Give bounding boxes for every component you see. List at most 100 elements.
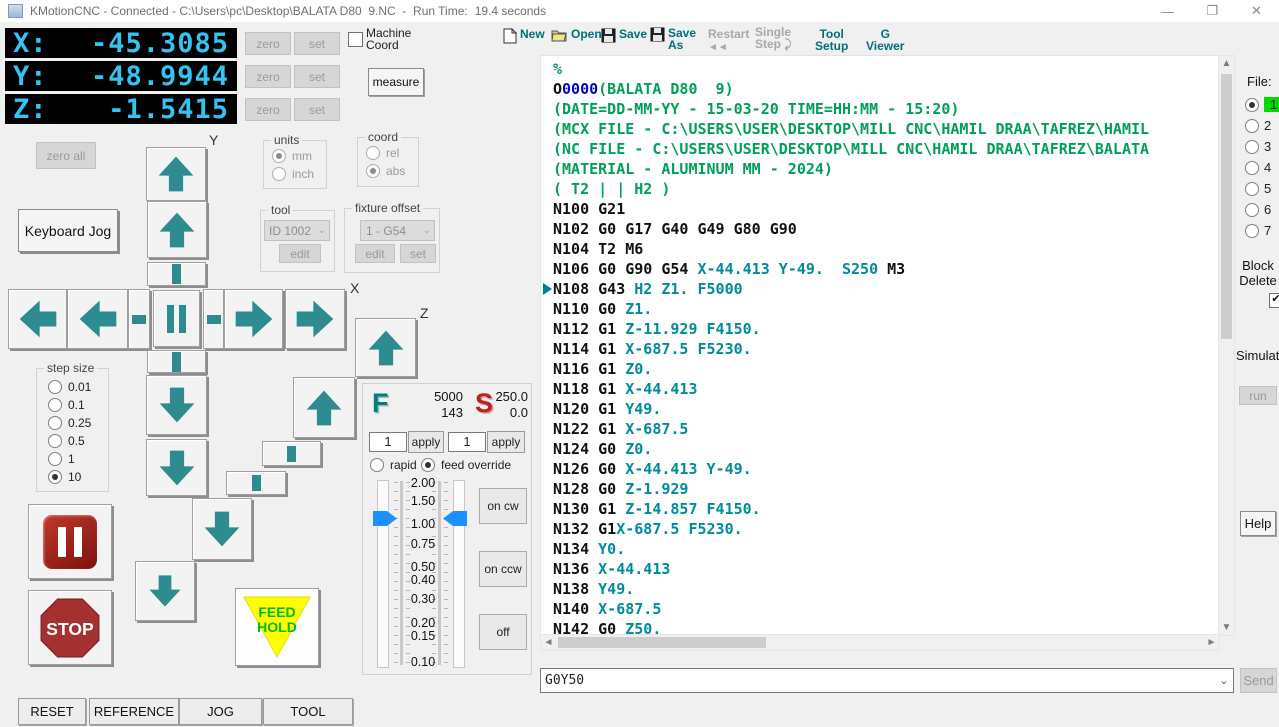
zero-y-button[interactable]: zero bbox=[245, 65, 291, 88]
reset-button[interactable]: RESET bbox=[18, 698, 86, 725]
jog-y-plus-fast-button[interactable] bbox=[146, 147, 206, 201]
stop-button[interactable]: STOP bbox=[28, 590, 112, 665]
gcode-line[interactable]: N134 Y0. bbox=[553, 539, 1149, 559]
single-step-button[interactable]: Single Step ⤸ bbox=[755, 26, 792, 50]
save-button[interactable]: Save bbox=[601, 28, 647, 43]
save-as-button[interactable]: Save As bbox=[650, 27, 696, 51]
measure-button[interactable]: measure bbox=[368, 68, 424, 96]
jog-y-plus-button[interactable] bbox=[147, 201, 207, 258]
open-button[interactable]: Open bbox=[551, 28, 602, 42]
spindle-on-cw-button[interactable]: on cw bbox=[479, 488, 527, 524]
zero-x-button[interactable]: zero bbox=[245, 32, 291, 55]
gcode-line[interactable]: ( T2 | | H2 ) bbox=[553, 179, 1149, 199]
step-1-radio[interactable] bbox=[48, 452, 62, 466]
scroll-down-icon[interactable]: ▼ bbox=[1219, 620, 1234, 635]
gcode-line[interactable]: N122 G1 X-687.5 bbox=[553, 419, 1149, 439]
gcode-line[interactable]: N128 G0 Z-1.929 bbox=[553, 479, 1149, 499]
feed-override-radio[interactable] bbox=[421, 458, 435, 472]
file-radio-4[interactable]: 4 bbox=[1245, 160, 1271, 175]
gcode-line[interactable]: N126 G0 X-44.413 Y-49. bbox=[553, 459, 1149, 479]
gcode-line[interactable]: N112 G1 Z-11.929 F4150. bbox=[553, 319, 1149, 339]
gcode-line[interactable]: N100 G21 bbox=[553, 199, 1149, 219]
jog-x-plus-button[interactable] bbox=[224, 289, 283, 349]
gcode-line[interactable]: O0000(BALATA D80 9) bbox=[553, 79, 1149, 99]
jog-x-minus-step-button[interactable] bbox=[128, 289, 150, 349]
gcode-line[interactable]: N136 X-44.413 bbox=[553, 559, 1149, 579]
jog-z-plus-button[interactable] bbox=[293, 377, 355, 438]
file-radio-3[interactable]: 3 bbox=[1245, 139, 1271, 154]
jog-z-minus-fast-button[interactable] bbox=[135, 561, 195, 621]
restart-button[interactable]: Restart ◄◄ bbox=[708, 28, 749, 54]
file-radio-6[interactable]: 6 bbox=[1245, 202, 1271, 217]
gcode-line[interactable]: N140 X-687.5 bbox=[553, 599, 1149, 619]
coord-rel-radio[interactable] bbox=[366, 146, 380, 160]
scroll-right-icon[interactable]: ► bbox=[1204, 635, 1219, 650]
jog-z-minus-step-button[interactable] bbox=[226, 471, 286, 495]
tool-tab-button[interactable]: TOOL bbox=[263, 698, 353, 725]
gcode-line[interactable]: N130 G1 Z-14.857 F4150. bbox=[553, 499, 1149, 519]
g-viewer-button[interactable]: G Viewer bbox=[866, 28, 904, 52]
gcode-line[interactable]: N102 G0 G17 G40 G49 G80 G90 bbox=[553, 219, 1149, 239]
close-button[interactable]: ✕ bbox=[1234, 0, 1279, 22]
gcode-line[interactable]: (MATERIAL - ALUMINUM MM - 2024) bbox=[553, 159, 1149, 179]
gcode-hscrollbar[interactable]: ◄ ► bbox=[540, 634, 1220, 651]
set-x-button[interactable]: set bbox=[294, 32, 340, 55]
zero-z-button[interactable]: zero bbox=[245, 98, 291, 121]
zero-all-button[interactable]: zero all bbox=[36, 142, 96, 169]
gcode-editor[interactable]: % O0000(BALATA D80 9) (DATE=DD-MM-YY - 15-… bbox=[540, 55, 1220, 636]
jog-tab-button[interactable]: JOG bbox=[179, 698, 262, 725]
spindle-apply-button[interactable]: apply bbox=[487, 431, 525, 453]
new-button[interactable]: New bbox=[503, 28, 545, 44]
scroll-left-icon[interactable]: ◄ bbox=[541, 635, 556, 650]
jog-y-minus-fast-button[interactable] bbox=[146, 439, 207, 496]
gcode-line[interactable]: (DATE=DD-MM-YY - 15-03-20 TIME=HH:MM - 1… bbox=[553, 99, 1149, 119]
restore-button[interactable]: ❐ bbox=[1190, 0, 1235, 22]
fixture-edit-button[interactable]: edit bbox=[355, 244, 395, 263]
spindle-off-button[interactable]: off bbox=[479, 614, 527, 650]
vscroll-thumb[interactable] bbox=[1221, 74, 1232, 339]
feed-input[interactable]: 1 bbox=[369, 432, 407, 452]
units-inch-radio[interactable] bbox=[272, 167, 286, 181]
tool-edit-button[interactable]: edit bbox=[279, 244, 321, 263]
file-radio-5[interactable]: 5 bbox=[1245, 181, 1271, 196]
feed-override-slider[interactable] bbox=[377, 480, 389, 668]
gcode-line[interactable]: N110 G0 Z1. bbox=[553, 299, 1149, 319]
gcode-line[interactable]: N118 G1 X-44.413 bbox=[553, 379, 1149, 399]
jog-y-minus-step-button[interactable] bbox=[147, 350, 206, 373]
tool-setup-button[interactable]: Tool Setup bbox=[815, 28, 848, 52]
gcode-line[interactable]: (NC FILE - C:\USERS\USER\DESKTOP\MILL CN… bbox=[553, 139, 1149, 159]
jog-x-plus-step-button[interactable] bbox=[203, 289, 224, 349]
run-button[interactable]: run bbox=[1239, 386, 1277, 405]
help-button[interactable]: Help bbox=[1240, 511, 1276, 536]
step-0.01-radio[interactable] bbox=[48, 380, 62, 394]
gcode-line[interactable]: N124 G0 Z0. bbox=[553, 439, 1149, 459]
set-z-button[interactable]: set bbox=[294, 98, 340, 121]
spindle-override-slider[interactable] bbox=[453, 480, 465, 668]
spindle-on-ccw-button[interactable]: on ccw bbox=[479, 551, 527, 587]
gcode-line[interactable]: N116 G1 Z0. bbox=[553, 359, 1149, 379]
step-0.5-radio[interactable] bbox=[48, 434, 62, 448]
feed-hold-button[interactable]: FEED HOLD bbox=[235, 588, 319, 666]
set-y-button[interactable]: set bbox=[294, 65, 340, 88]
coord-abs-radio[interactable] bbox=[366, 164, 380, 178]
tool-select[interactable]: ID 1002 ⌄ bbox=[264, 220, 330, 241]
step-0.1-radio[interactable] bbox=[48, 398, 62, 412]
step-0.25-radio[interactable] bbox=[48, 416, 62, 430]
gcode-line[interactable]: N104 T2 M6 bbox=[553, 239, 1149, 259]
gcode-vscrollbar[interactable]: ▲ ▼ bbox=[1218, 55, 1235, 636]
fixture-set-button[interactable]: set bbox=[400, 244, 436, 263]
gcode-line[interactable]: (MCX FILE - C:\USERS\USER\DESKTOP\MILL C… bbox=[553, 119, 1149, 139]
file-radio-2[interactable]: 2 bbox=[1245, 118, 1271, 133]
scroll-up-icon[interactable]: ▲ bbox=[1219, 56, 1234, 71]
jog-y-minus-button[interactable] bbox=[146, 375, 207, 435]
gcode-line[interactable]: N138 Y49. bbox=[553, 579, 1149, 599]
minimize-button[interactable]: — bbox=[1145, 0, 1190, 22]
spindle-input[interactable]: 1 bbox=[448, 432, 486, 452]
gcode-line[interactable]: N132 G1X-687.5 F5230. bbox=[553, 519, 1149, 539]
jog-x-minus-button[interactable] bbox=[67, 289, 128, 349]
mdi-combobox[interactable]: G0Y50 ⌄ bbox=[540, 668, 1234, 693]
keyboard-jog-button[interactable]: Keyboard Jog bbox=[18, 209, 118, 252]
jog-x-plus-fast-button[interactable] bbox=[285, 289, 345, 349]
gcode-line[interactable]: N114 G1 X-687.5 F5230. bbox=[553, 339, 1149, 359]
jog-z-plus-step-button[interactable] bbox=[262, 441, 321, 466]
